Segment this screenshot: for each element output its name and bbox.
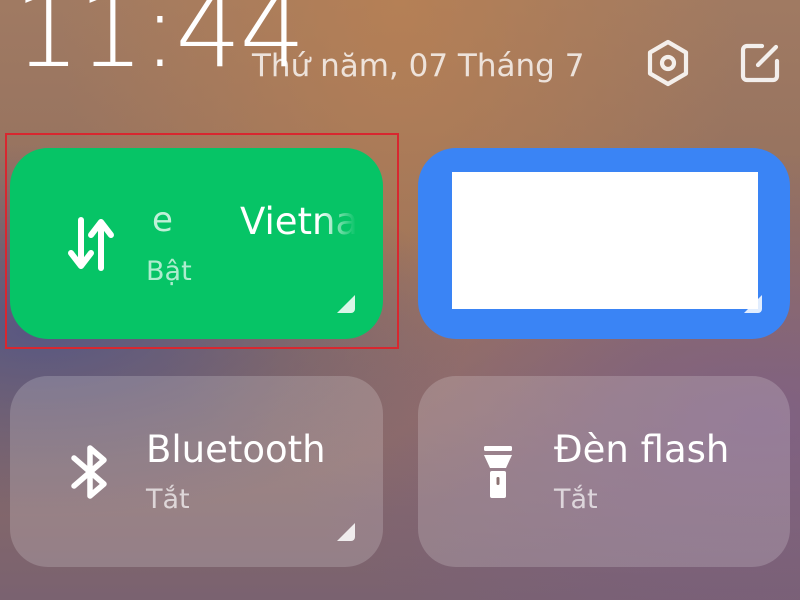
wifi-tile[interactable] bbox=[418, 148, 790, 339]
redacted-content bbox=[452, 172, 758, 309]
settings-icon[interactable] bbox=[643, 38, 693, 88]
expand-corner-icon[interactable] bbox=[337, 295, 355, 313]
flashlight-tile[interactable]: Đèn flash Tắt bbox=[418, 376, 790, 567]
bluetooth-title: Bluetooth bbox=[146, 428, 326, 471]
mobile-data-label: e Vietna bbox=[146, 200, 356, 248]
mobile-data-arrows-icon bbox=[62, 206, 118, 282]
expand-corner-icon[interactable] bbox=[744, 295, 762, 313]
bluetooth-tile[interactable]: Bluetooth Tắt bbox=[10, 376, 383, 567]
carrier-name-fragment: e bbox=[152, 200, 173, 240]
flashlight-status: Tắt bbox=[554, 484, 598, 515]
edit-icon[interactable] bbox=[735, 38, 785, 88]
bluetooth-icon bbox=[62, 434, 118, 510]
bluetooth-status: Tắt bbox=[146, 484, 190, 515]
flashlight-title: Đèn flash bbox=[554, 428, 730, 471]
flashlight-icon bbox=[470, 434, 526, 510]
date-label: Thứ năm, 07 Tháng 7 bbox=[252, 48, 585, 84]
mobile-data-status: Bật bbox=[146, 256, 192, 287]
mobile-data-tile[interactable]: e Vietna Bật bbox=[10, 148, 383, 339]
carrier-name: Vietna bbox=[240, 200, 356, 243]
expand-corner-icon[interactable] bbox=[337, 523, 355, 541]
